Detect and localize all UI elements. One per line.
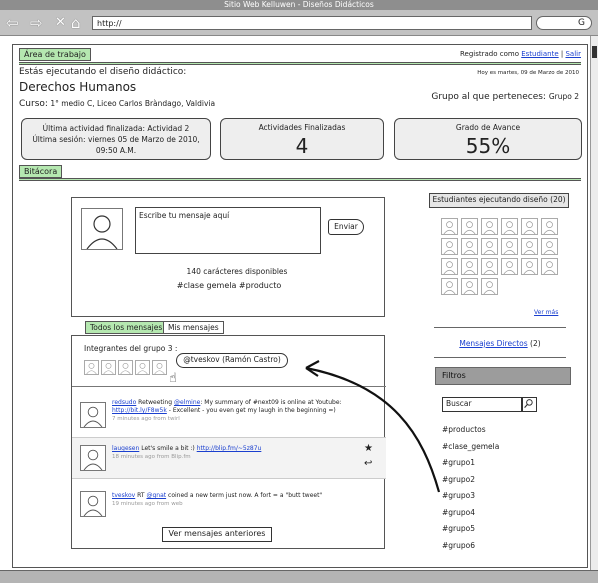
back-arrow-icon[interactable]: ⇦ (6, 14, 19, 32)
url-input[interactable]: http:// (92, 16, 532, 30)
search-engine-icon: G (578, 18, 585, 28)
horizontal-scrollbar[interactable] (0, 570, 598, 583)
stop-icon[interactable]: ✕ (55, 14, 66, 32)
browser-search-input[interactable]: G (536, 16, 592, 30)
page-content: Área de trabajo Registrado como Estudian… (12, 44, 588, 568)
browser-toolbar: ⇦ ⇨ ✕ ⌂ http:// G (0, 10, 598, 36)
annotation-arrow (305, 360, 441, 493)
window-title: Sitio Web Kelluwen - Diseños Didácticos (0, 0, 598, 10)
vertical-scrollbar[interactable] (590, 36, 598, 570)
scroll-thumb[interactable] (592, 46, 597, 58)
forward-arrow-icon[interactable]: ⇨ (30, 14, 43, 32)
home-icon[interactable]: ⌂ (71, 14, 81, 32)
